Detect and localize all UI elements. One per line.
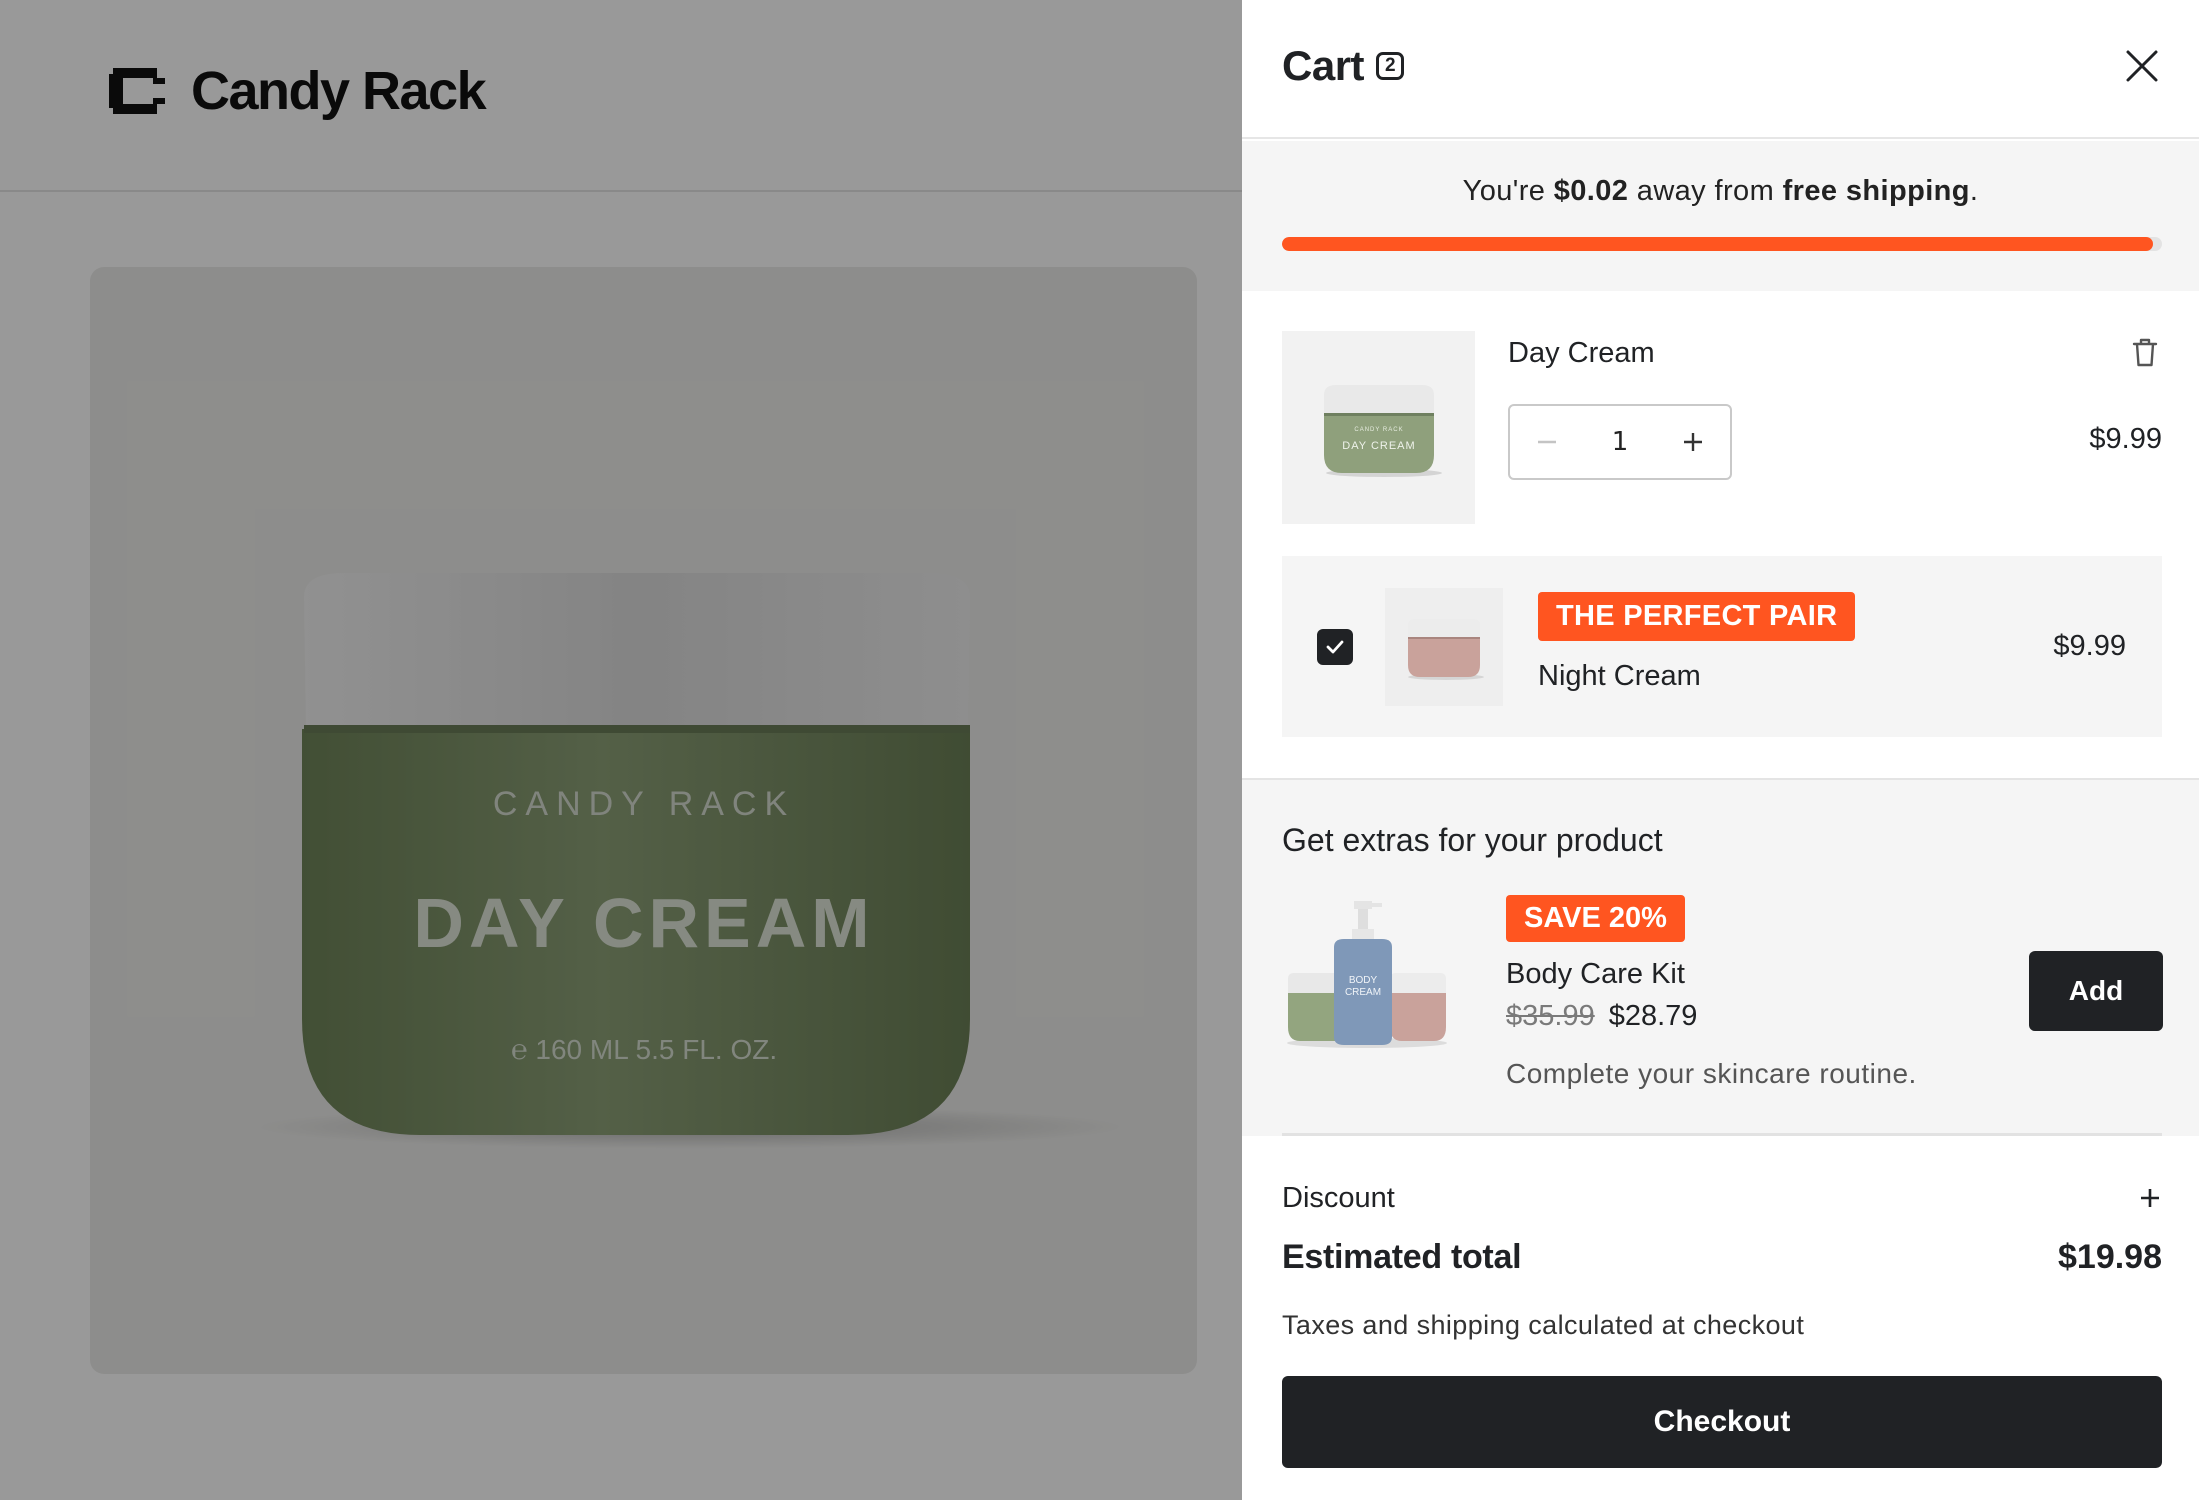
extras-item-name[interactable]: Body Care Kit: [1506, 958, 1685, 991]
extras-prices: $35.99 $28.79: [1506, 1000, 1697, 1033]
minus-icon: [1538, 440, 1556, 444]
shipping-text-prefix: You're: [1462, 175, 1554, 207]
extras-description: Complete your skincare routine.: [1506, 1058, 1917, 1089]
discount-label: Discount: [1282, 1181, 1395, 1214]
free-shipping-banner: You're $0.02 away from free shipping.: [1242, 141, 2199, 291]
cart-title: Cart 2: [1282, 42, 1405, 90]
divider: [1282, 1133, 2162, 1136]
close-icon[interactable]: [2124, 48, 2160, 84]
checkmark-icon: [1326, 640, 1344, 654]
shipping-amount: $0.02: [1553, 175, 1629, 207]
shipping-progress-fill: [1282, 237, 2154, 251]
night-cream-jar-image: [1408, 619, 1484, 680]
cart-header: Cart 2: [1242, 0, 2199, 139]
cart-line-item: CANDY RACK DAY CREAM Day Cream 1 $9.99: [1282, 331, 2162, 524]
svg-text:CREAM: CREAM: [1345, 987, 1381, 998]
original-price: $35.99: [1506, 1000, 1595, 1032]
increase-quantity-button[interactable]: [1656, 406, 1730, 478]
body-care-kit-thumbnail[interactable]: BODY CREAM: [1282, 895, 1452, 1065]
modal-backdrop[interactable]: [0, 0, 1242, 1500]
sale-price: $28.79: [1608, 1000, 1698, 1032]
svg-text:CANDY RACK: CANDY RACK: [1354, 427, 1403, 433]
checkout-button[interactable]: Checkout: [1282, 1376, 2162, 1468]
shipping-text-middle: away from: [1628, 175, 1783, 207]
bundle-checkbox[interactable]: [1317, 629, 1353, 665]
plus-icon: [1684, 433, 1702, 451]
night-cream-thumbnail: [1385, 588, 1503, 706]
estimated-total-row: Estimated total $19.98: [1282, 1238, 2162, 1277]
shipping-goal: free shipping: [1782, 175, 1970, 207]
quantity-input[interactable]: 1: [1584, 427, 1656, 457]
extras-title: Get extras for your product: [1282, 822, 1663, 858]
item-name[interactable]: Day Cream: [1508, 337, 1655, 370]
trash-icon[interactable]: [2128, 335, 2162, 369]
bundle-item-name[interactable]: Night Cream: [1538, 660, 1701, 693]
free-shipping-message: You're $0.02 away from free shipping.: [1242, 175, 2199, 208]
cart-title-text: Cart: [1282, 42, 1365, 89]
estimated-total-label: Estimated total: [1282, 1238, 1522, 1276]
discount-toggle[interactable]: Discount: [1282, 1176, 2162, 1220]
body-care-kit-image: BODY CREAM: [1287, 901, 1447, 1048]
bundle-offer: THE PERFECT PAIR Night Cream $9.99: [1282, 556, 2162, 737]
decrease-quantity-button[interactable]: [1510, 406, 1584, 478]
day-cream-thumbnail[interactable]: CANDY RACK DAY CREAM: [1282, 331, 1475, 524]
plus-icon: [2141, 1189, 2159, 1207]
tax-shipping-note: Taxes and shipping calculated at checkou…: [1282, 1310, 1805, 1340]
cart-drawer: Cart 2 You're $0.02 away from free shipp…: [1242, 0, 2199, 1500]
cart-count-badge: 2: [1376, 52, 1405, 80]
shipping-progress-bar: [1282, 237, 2162, 251]
svg-text:DAY CREAM: DAY CREAM: [1342, 440, 1415, 452]
item-price: $9.99: [2089, 423, 2162, 455]
shipping-text-suffix: .: [1969, 175, 1979, 207]
save-badge: SAVE 20%: [1506, 895, 1685, 942]
add-extra-button[interactable]: Add: [2029, 951, 2163, 1031]
day-cream-jar-thumb-image: CANDY RACK DAY CREAM: [1323, 384, 1442, 477]
bundle-item-price: $9.99: [2053, 630, 2126, 662]
estimated-total-value: $19.98: [2058, 1238, 2162, 1276]
svg-text:BODY: BODY: [1349, 975, 1378, 986]
perfect-pair-badge: THE PERFECT PAIR: [1538, 592, 1856, 641]
quantity-stepper: 1: [1508, 404, 1732, 480]
extras-upsell: Get extras for your product BODY CREAM S…: [1242, 778, 2199, 1136]
